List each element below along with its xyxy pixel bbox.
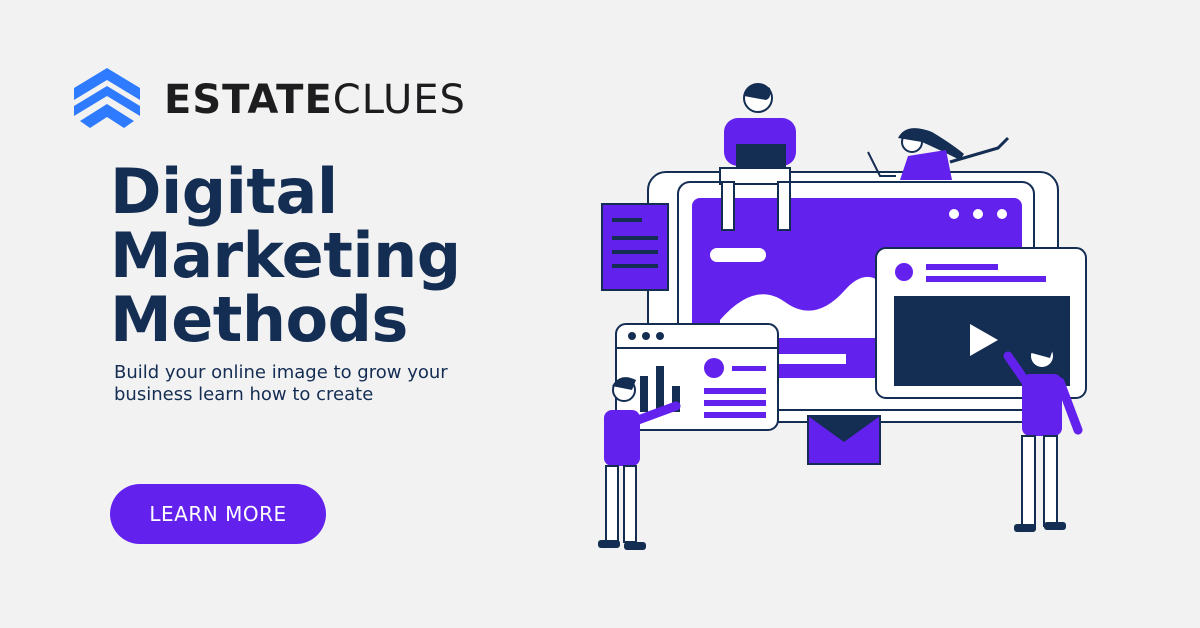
brand-name-light: CLUES [332,77,466,123]
stacked-chevron-logo-icon [74,68,140,128]
headline-line-3: Methods [110,283,408,356]
headline-line-1: Digital [110,155,338,228]
subtext-line-2: business learn how to create [114,384,374,405]
headline-line-2: Marketing [110,219,461,292]
brand-logo[interactable]: ESTATECLUES [72,66,466,134]
digital-marketing-team-icon [598,83,1087,550]
learn-more-button[interactable]: LEARN MORE [110,484,326,544]
brand-name: ESTATECLUES [164,80,466,120]
brand-name-bold: ESTATE [164,77,333,123]
subtext-line-1: Build your online image to grow your [114,362,448,383]
hero-headline: Digital Marketing Methods [110,160,461,352]
hero-subtext: Build your online image to grow your bus… [114,362,448,406]
